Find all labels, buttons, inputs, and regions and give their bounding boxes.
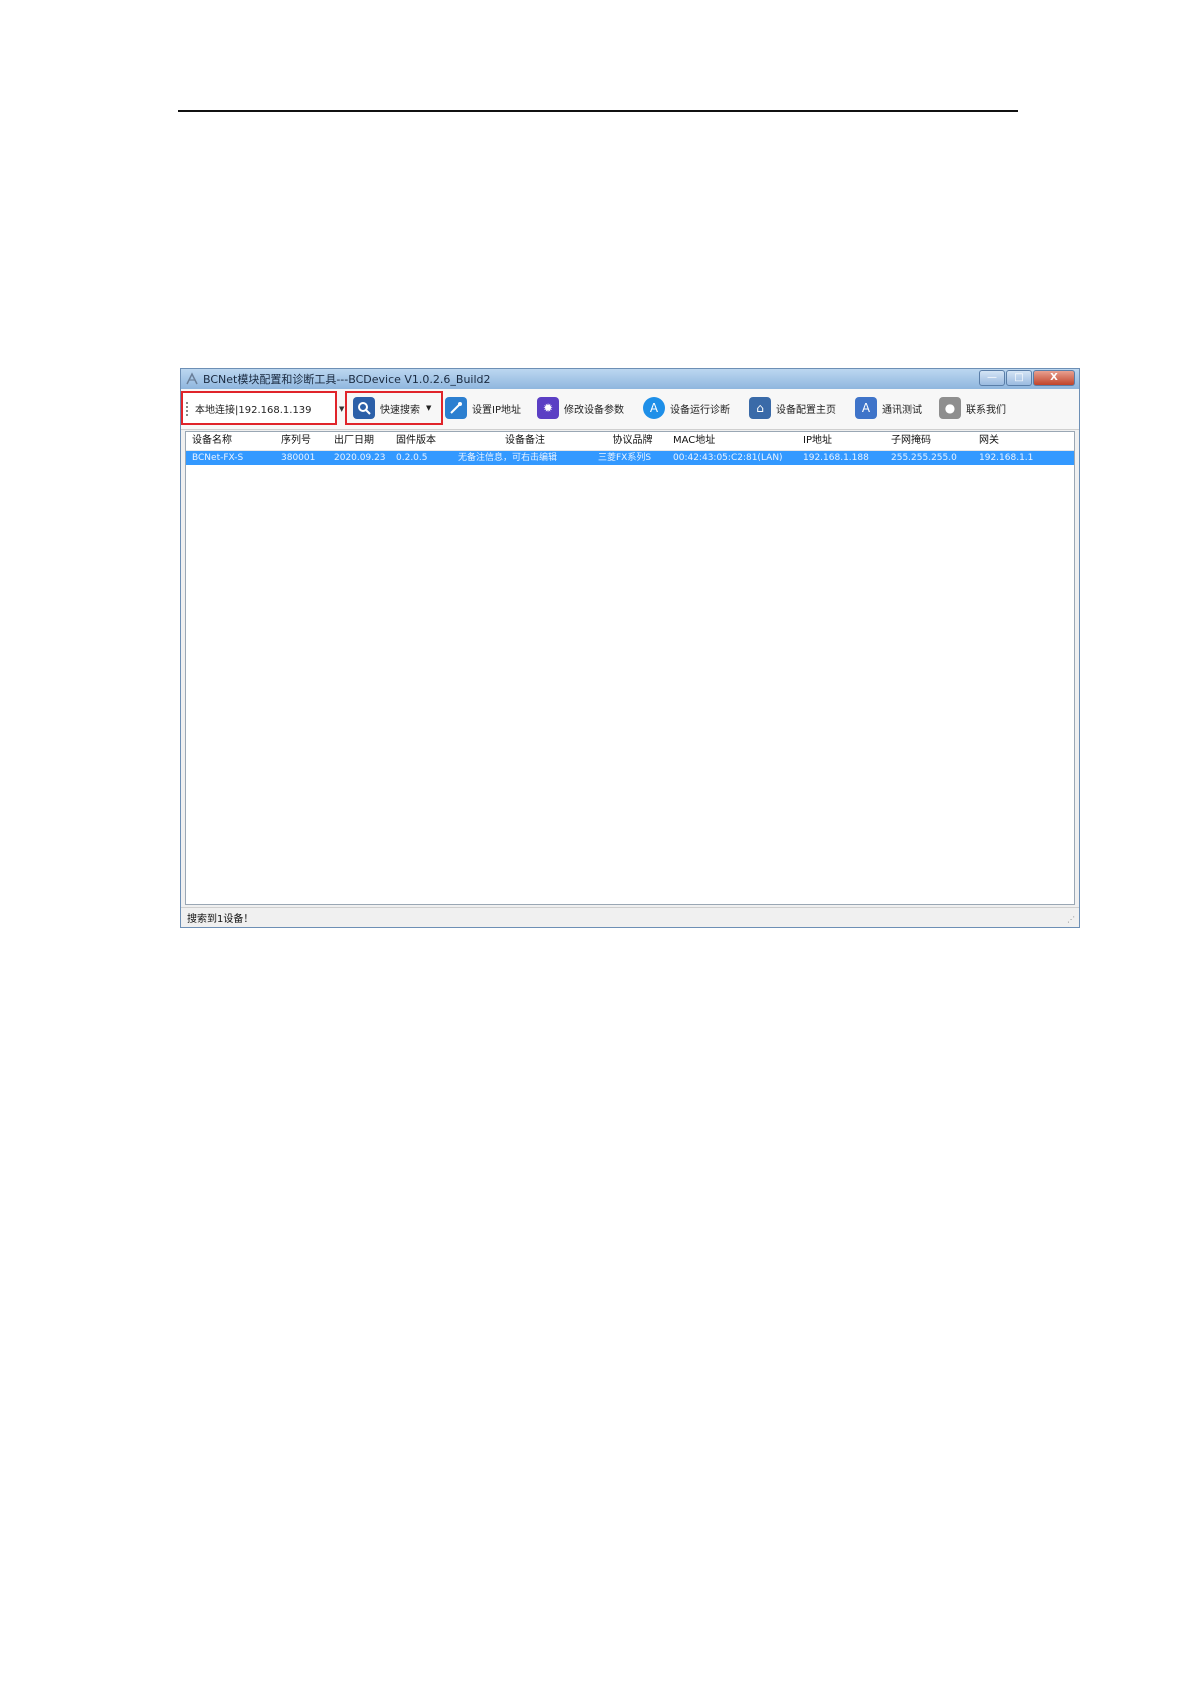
column-header[interactable]: MAC地址 <box>667 432 797 450</box>
column-header[interactable]: 子网掩码 <box>885 432 973 450</box>
list-header: 设备名称 序列号 出厂日期 固件版本 设备备注 协议品牌 MAC地址 IP地址 … <box>186 432 1074 451</box>
page-header-rule <box>178 110 1018 112</box>
comm-test-label: 通讯测试 <box>882 404 922 416</box>
status-bar: 搜索到1设备！ ⋰ <box>181 907 1079 927</box>
quick-search-button[interactable]: 快速搜索 ▼ <box>345 391 443 425</box>
contact-us-label: 联系我们 <box>966 404 1006 416</box>
app-logo-icon <box>186 372 198 385</box>
connection-select[interactable]: 本地连接|192.168.1.139 <box>181 391 337 425</box>
column-header[interactable]: 序列号 <box>275 432 328 450</box>
contact-us-button[interactable]: ● 联系我们 <box>939 397 1006 419</box>
close-button[interactable]: X <box>1033 370 1075 386</box>
drag-handle-icon <box>186 402 188 416</box>
cell-protocol: 三菱FX系列S <box>598 453 652 463</box>
contact-icon: ● <box>939 397 961 419</box>
home-icon: ⌂ <box>749 397 771 419</box>
run-diagnostics-label: 设备运行诊断 <box>670 404 730 416</box>
maximize-button[interactable]: □ <box>1006 370 1032 386</box>
column-header[interactable]: 设备名称 <box>186 432 275 450</box>
column-header[interactable]: IP地址 <box>797 432 885 450</box>
set-ip-label: 设置IP地址 <box>472 404 521 416</box>
device-list[interactable]: 设备名称 序列号 出厂日期 固件版本 设备备注 协议品牌 MAC地址 IP地址 … <box>185 431 1075 905</box>
cell-firmware: 0.2.0.5 <box>396 453 428 463</box>
appstore-icon: A <box>643 397 665 419</box>
column-header[interactable]: 协议品牌 <box>592 432 667 450</box>
column-header[interactable]: 固件版本 <box>390 432 452 450</box>
title-bar[interactable]: BCNet模块配置和诊断工具---BCDevice V1.0.2.6_Build… <box>181 369 1079 389</box>
gear-icon: ✹ <box>537 397 559 419</box>
cell-date: 2020.09.23 <box>334 453 386 463</box>
cell-ip: 192.168.1.188 <box>803 453 869 463</box>
table-row[interactable]: BCNet-FX-S 380001 2020.09.23 0.2.0.5 无备注… <box>186 451 1074 465</box>
column-header[interactable]: 设备备注 <box>452 432 592 450</box>
column-header[interactable]: 出厂日期 <box>328 432 390 450</box>
set-ip-button[interactable]: 设置IP地址 <box>445 397 521 419</box>
config-home-label: 设备配置主页 <box>776 404 836 416</box>
toolbar: 本地连接|192.168.1.139 ▼ 快速搜索 ▼ 设置IP地址 ✹ 修改设… <box>181 389 1079 430</box>
quick-search-label: 快速搜索 <box>380 404 420 416</box>
cell-remark: 无备注信息，可右击编辑 <box>458 453 558 463</box>
connection-value: 本地连接|192.168.1.139 <box>195 404 312 416</box>
resize-grip-icon[interactable]: ⋰ <box>1067 915 1075 924</box>
chevron-down-icon[interactable]: ▼ <box>339 405 344 413</box>
column-header[interactable]: 网关 <box>973 432 1073 450</box>
wrench-icon <box>445 397 467 419</box>
search-icon <box>353 397 375 419</box>
app-window: BCNet模块配置和诊断工具---BCDevice V1.0.2.6_Build… <box>180 368 1080 928</box>
modify-params-label: 修改设备参数 <box>564 404 624 416</box>
cell-subnet: 255.255.255.0 <box>891 453 957 463</box>
modify-params-button[interactable]: ✹ 修改设备参数 <box>537 397 624 419</box>
appstore-icon: A <box>855 397 877 419</box>
minimize-button[interactable]: — <box>979 370 1005 386</box>
status-text: 搜索到1设备！ <box>187 914 254 925</box>
comm-test-button[interactable]: A 通讯测试 <box>855 397 922 419</box>
run-diagnostics-button[interactable]: A 设备运行诊断 <box>643 397 730 419</box>
chevron-down-icon: ▼ <box>426 404 432 412</box>
config-home-button[interactable]: ⌂ 设备配置主页 <box>749 397 836 419</box>
cell-device-name: BCNet-FX-S <box>192 453 244 463</box>
cell-gateway: 192.168.1.1 <box>979 453 1034 463</box>
cell-mac: 00:42:43:05:C2:81(LAN) <box>673 453 783 463</box>
cell-serial: 380001 <box>281 453 316 463</box>
window-title: BCNet模块配置和诊断工具---BCDevice V1.0.2.6_Build… <box>203 373 491 386</box>
